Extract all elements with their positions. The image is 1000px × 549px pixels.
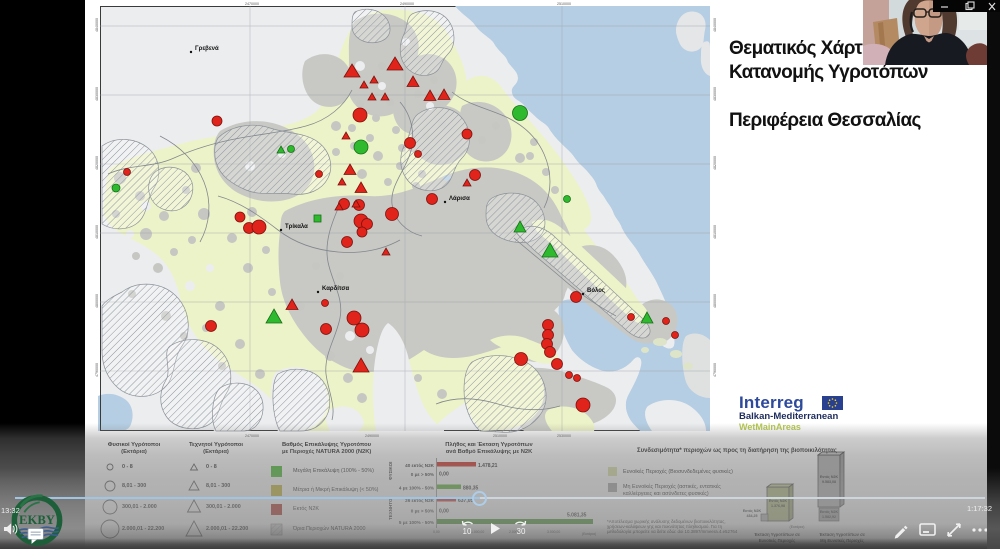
svg-text:10: 10 (463, 527, 472, 536)
svg-text:ΕΚΒΥ: ΕΚΒΥ (19, 513, 55, 527)
svg-text:30: 30 (517, 527, 526, 536)
